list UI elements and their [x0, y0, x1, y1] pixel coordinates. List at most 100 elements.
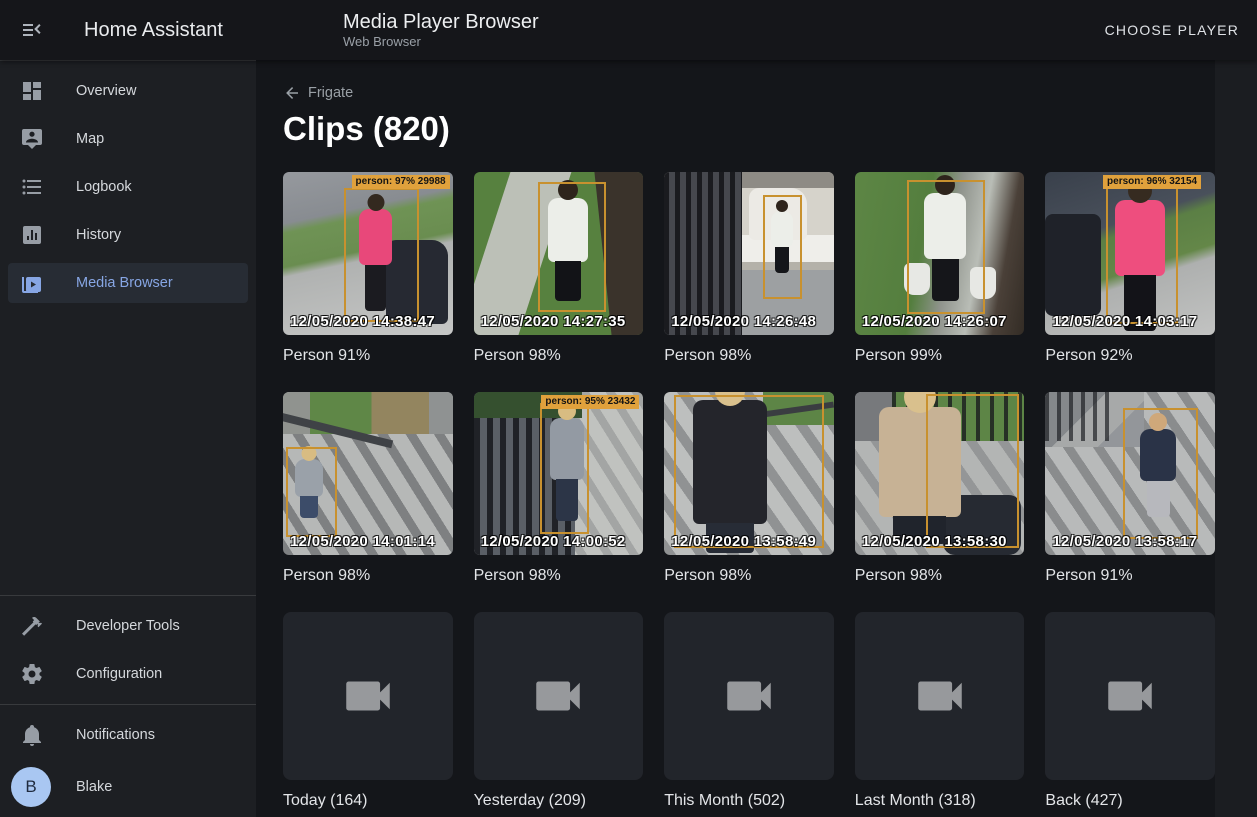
account-tooltip-icon	[20, 127, 44, 151]
detection-bounding-box	[1123, 408, 1198, 538]
detection-chip: person: 97% 29988	[352, 175, 450, 189]
choose-player-button[interactable]: CHOOSE PLAYER	[1105, 22, 1239, 38]
detection-bounding-box	[674, 395, 823, 548]
sidebar-item-history[interactable]: History	[8, 215, 248, 255]
clip-timestamp: 12/05/2020 13:58:49	[671, 533, 816, 550]
sidebar-item-label: History	[76, 227, 121, 243]
clip-card: person: 95% 23432 12/05/2020 14:00:52 Pe…	[474, 392, 644, 586]
sidebar-item-logbook[interactable]: Logbook	[8, 167, 248, 207]
clip-thumbnail[interactable]: 12/05/2020 13:58:30	[855, 392, 1025, 555]
sidebar-divider	[0, 704, 256, 705]
clip-thumbnail[interactable]: person: 95% 23432 12/05/2020 14:00:52	[474, 392, 644, 555]
clip-caption: Person 98%	[855, 565, 1025, 586]
arrow-left-icon	[283, 84, 301, 102]
sidebar-user[interactable]: B Blake	[0, 759, 256, 815]
clip-caption: Person 98%	[474, 345, 644, 366]
clip-card: person: 96% 32154 12/05/2020 14:03:17 Pe…	[1045, 172, 1215, 366]
clip-timestamp: 12/05/2020 14:26:07	[862, 313, 1007, 330]
gear-icon	[20, 662, 44, 686]
folder-thumbnail[interactable]	[474, 612, 644, 780]
clip-caption: Person 98%	[664, 345, 834, 366]
clip-thumbnail[interactable]: 12/05/2020 14:26:48	[664, 172, 834, 335]
clips-grid: person: 97% 29988 12/05/2020 14:38:47 Pe…	[283, 172, 1215, 811]
sidebar-divider	[0, 595, 256, 596]
detection-bounding-box	[1106, 180, 1177, 323]
clip-caption: Person 98%	[474, 565, 644, 586]
clip-timestamp: 12/05/2020 14:01:14	[290, 533, 435, 550]
clip-thumbnail[interactable]: 12/05/2020 14:01:14	[283, 392, 453, 555]
clip-card: 12/05/2020 14:26:07 Person 99%	[855, 172, 1025, 366]
folder-thumbnail[interactable]	[855, 612, 1025, 780]
page-title: Clips (820)	[283, 110, 1215, 148]
clip-timestamp: 12/05/2020 13:58:30	[862, 533, 1007, 550]
sidebar-item-developer-tools[interactable]: Developer Tools	[8, 606, 248, 646]
avatar: B	[11, 767, 51, 807]
media-browser-panel: Frigate Clips (820) person: 97% 29988 12…	[256, 60, 1257, 817]
folder-card-today: Today (164)	[283, 612, 453, 811]
sidebar-item-label: Notifications	[76, 727, 155, 743]
sidebar-header: Home Assistant	[0, 18, 256, 42]
detection-bounding-box	[763, 195, 802, 299]
clip-timestamp: 12/05/2020 14:03:17	[1052, 313, 1197, 330]
dashboard-icon	[20, 79, 44, 103]
sidebar-item-label: Logbook	[76, 179, 132, 195]
sidebar-item-label: Overview	[76, 83, 136, 99]
clip-caption: Person 92%	[1045, 345, 1215, 366]
clip-card: 12/05/2020 14:01:14 Person 98%	[283, 392, 453, 586]
panel-title-block: Media Player Browser Web Browser	[343, 10, 539, 50]
sidebar-item-overview[interactable]: Overview	[8, 71, 248, 111]
clip-caption: Person 98%	[283, 565, 453, 586]
clip-thumbnail[interactable]: 12/05/2020 13:58:17	[1045, 392, 1215, 555]
bell-icon	[20, 723, 44, 747]
sidebar: Overview Map Logbook History Media Brows…	[0, 60, 256, 817]
sidebar-toggle-button[interactable]	[20, 18, 44, 42]
panel-title: Media Player Browser	[343, 10, 539, 34]
folder-label: Yesterday (209)	[474, 790, 644, 811]
app-title: Home Assistant	[84, 19, 223, 42]
video-icon	[529, 667, 587, 725]
clip-card: 12/05/2020 14:26:48 Person 98%	[664, 172, 834, 366]
clip-caption: Person 99%	[855, 345, 1025, 366]
clip-timestamp: 12/05/2020 14:38:47	[290, 313, 435, 330]
sidebar-item-media-browser[interactable]: Media Browser	[8, 263, 248, 303]
detection-bounding-box	[540, 403, 589, 533]
folder-label: Back (427)	[1045, 790, 1215, 811]
clip-timestamp: 12/05/2020 14:26:48	[671, 313, 816, 330]
folder-card-back: Back (427)	[1045, 612, 1215, 811]
breadcrumb-back[interactable]: Frigate	[283, 84, 353, 102]
detection-bounding-box	[926, 394, 1019, 549]
detection-bounding-box	[538, 182, 606, 312]
scrollbar-gutter	[1215, 60, 1257, 817]
clip-thumbnail[interactable]: 12/05/2020 13:58:49	[664, 392, 834, 555]
folder-label: This Month (502)	[664, 790, 834, 811]
clip-timestamp: 12/05/2020 13:58:17	[1052, 533, 1197, 550]
app-toolbar: Home Assistant Media Player Browser Web …	[0, 0, 1257, 60]
detection-chip: person: 96% 32154	[1103, 175, 1201, 189]
sidebar-item-label: Developer Tools	[76, 618, 180, 634]
video-icon	[911, 667, 969, 725]
clip-thumbnail[interactable]: 12/05/2020 14:27:35	[474, 172, 644, 335]
clip-card: person: 97% 29988 12/05/2020 14:38:47 Pe…	[283, 172, 453, 366]
detection-bounding-box	[286, 447, 337, 537]
folder-thumbnail[interactable]	[664, 612, 834, 780]
chart-box-icon	[20, 223, 44, 247]
clip-thumbnail[interactable]: 12/05/2020 14:26:07	[855, 172, 1025, 335]
folder-thumbnail[interactable]	[283, 612, 453, 780]
sidebar-item-notifications[interactable]: Notifications	[8, 715, 248, 755]
sidebar-item-configuration[interactable]: Configuration	[8, 654, 248, 694]
clip-thumbnail[interactable]: person: 97% 29988 12/05/2020 14:38:47	[283, 172, 453, 335]
clip-caption: Person 98%	[664, 565, 834, 586]
user-name: Blake	[76, 779, 112, 795]
clip-thumbnail[interactable]: person: 96% 32154 12/05/2020 14:03:17	[1045, 172, 1215, 335]
folder-card-last-month: Last Month (318)	[855, 612, 1025, 811]
folder-thumbnail[interactable]	[1045, 612, 1215, 780]
clip-caption: Person 91%	[283, 345, 453, 366]
sidebar-item-label: Map	[76, 131, 104, 147]
detection-chip: person: 95% 23432	[541, 395, 639, 409]
breadcrumb-label: Frigate	[308, 85, 353, 101]
sidebar-item-map[interactable]: Map	[8, 119, 248, 159]
sidebar-spacer	[0, 307, 256, 589]
clip-caption: Person 91%	[1045, 565, 1215, 586]
clip-timestamp: 12/05/2020 14:27:35	[481, 313, 626, 330]
panel-subtitle: Web Browser	[343, 34, 539, 50]
